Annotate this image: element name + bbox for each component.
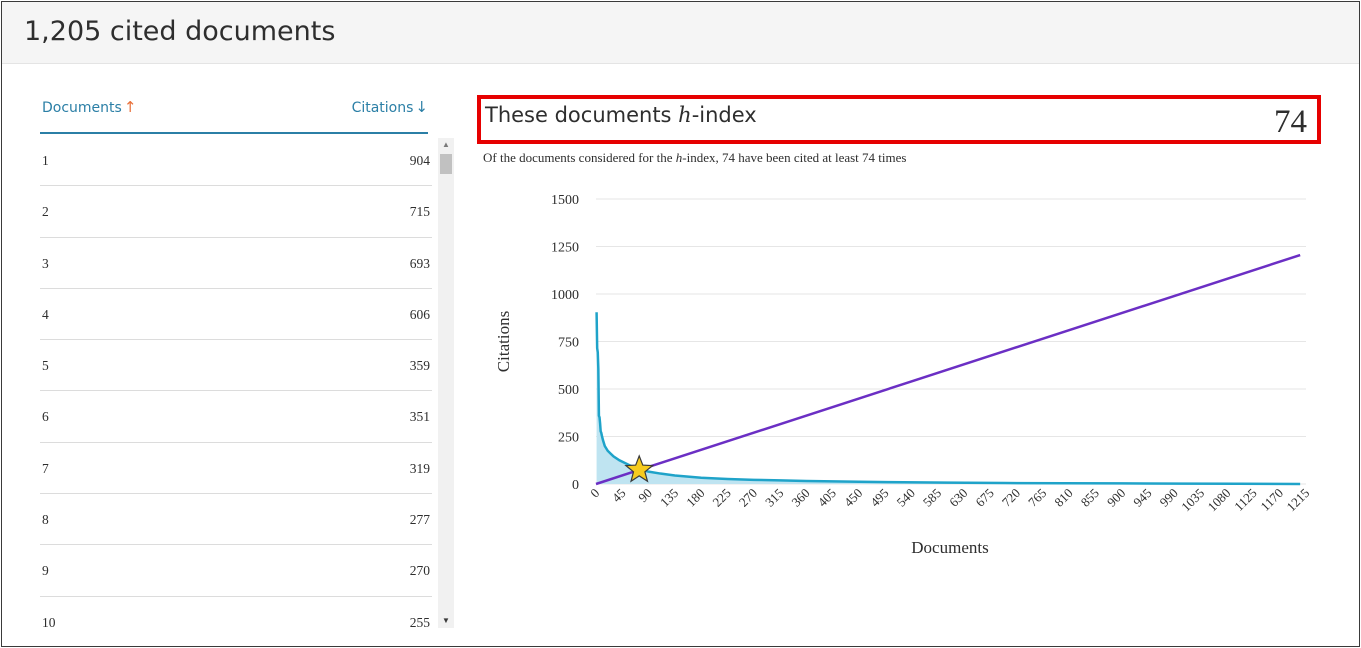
h-index-title-prefix: These documents (485, 103, 679, 127)
citation-count: 904 (409, 153, 430, 168)
table-scrollbar[interactable]: ▲ ▼ (438, 138, 454, 628)
h-index-desc-suffix: -index, 74 have been cited at least 74 t… (682, 150, 907, 165)
table-row: 1 904 (40, 135, 432, 187)
x-tick-label: 1215 (1283, 485, 1312, 514)
citation-count: 351 (409, 409, 430, 425)
y-tick-label: 250 (558, 431, 579, 446)
x-tick-label: 180 (683, 485, 707, 509)
x-tick-label: 135 (657, 485, 681, 509)
x-axis-label: Documents (911, 538, 988, 557)
x-tick-label: 675 (972, 485, 996, 509)
y-tick-label: 1500 (551, 193, 579, 208)
table-body: 1 904 2 715 3 693 4 606 5 359 6 351 7 319 8 277 … (40, 135, 432, 628)
citation-count: 606 (409, 306, 430, 322)
x-tick-label: 315 (762, 485, 786, 509)
x-tick-label: 990 (1156, 485, 1180, 509)
citation-count: 693 (409, 255, 430, 271)
x-tick-label: 450 (841, 485, 865, 509)
x-tick-label: 360 (788, 485, 812, 509)
x-tick-label: 900 (1104, 485, 1128, 509)
x-tick-label: 405 (815, 485, 839, 509)
x-tick-label: 90 (635, 485, 655, 505)
documents-header-label: Documents (42, 100, 122, 116)
x-tick-label: 810 (1051, 485, 1075, 509)
x-tick-label: 585 (920, 485, 944, 509)
sort-descending-icon: ↓ (415, 98, 428, 116)
page-frame: 1,205 cited documents Documents ↑ Citatio… (1, 1, 1360, 647)
h-index-value: 74 (1274, 104, 1307, 140)
y-tick-label: 0 (572, 478, 579, 493)
table-header: Documents ↑ Citations ↓ (40, 86, 428, 134)
document-rank: 1 (42, 153, 49, 168)
y-tick-label: 1250 (551, 241, 579, 256)
x-tick-label: 0 (587, 485, 602, 500)
y-tick-label: 750 (558, 336, 579, 351)
x-tick-label: 495 (867, 485, 891, 509)
h-index-description: Of the documents considered for the h-in… (483, 150, 906, 166)
document-rank: 2 (42, 204, 49, 220)
x-tick-label: 270 (736, 485, 760, 509)
citation-count: 255 (409, 614, 430, 628)
table-row: 7 319 (40, 443, 432, 495)
y-axis-label: Citations (494, 311, 513, 372)
table-row: 6 351 (40, 391, 432, 443)
x-tick-label: 540 (894, 485, 918, 509)
x-tick-label: 1080 (1204, 485, 1233, 514)
document-rank: 4 (42, 306, 49, 322)
table-row: 8 277 (40, 494, 432, 546)
h-index-chart: 02505007501000125015000 45 90 135 180 225 270 3… (494, 193, 1312, 557)
document-rank: 6 (42, 409, 49, 425)
h-index-title: These documents h-index (485, 103, 757, 127)
table-row: 2 715 (40, 186, 432, 238)
scrollbar-thumb[interactable] (440, 154, 452, 174)
page-title: 1,205 cited documents (24, 16, 336, 47)
document-rank: 9 (42, 563, 49, 579)
x-tick-label: 945 (1130, 485, 1154, 509)
x-tick-label: 765 (1025, 485, 1049, 509)
h-index-title-h: h (678, 103, 692, 127)
x-tick-label: 630 (946, 485, 970, 509)
sort-by-documents-button[interactable]: Documents ↑ (42, 98, 136, 116)
document-rank: 7 (42, 460, 49, 476)
h-index-panel: These documents h-index 74 (477, 95, 1321, 144)
x-tick-label: 1170 (1257, 485, 1286, 514)
citation-count: 319 (409, 460, 430, 476)
citation-count: 277 (409, 512, 430, 528)
scroll-down-arrow-icon[interactable]: ▼ (438, 614, 454, 628)
sort-by-citations-button[interactable]: Citations ↓ (352, 98, 428, 116)
citation-count: 270 (409, 563, 430, 579)
cited-documents-table: Documents ↑ Citations ↓ 1 904 2 715 3 693 4 60… (40, 86, 456, 628)
x-tick-label: 225 (709, 485, 733, 509)
document-rank: 8 (42, 512, 49, 528)
sort-ascending-icon: ↑ (123, 98, 137, 116)
y-tick-label: 1000 (551, 288, 579, 303)
table-row: 9 270 (40, 545, 432, 597)
citations-area (596, 312, 1301, 484)
x-tick-label: 45 (609, 485, 629, 505)
h-index-desc-prefix: Of the documents considered for the (483, 150, 676, 165)
x-tick-label: 1035 (1178, 485, 1207, 514)
header-bar: 1,205 cited documents (2, 2, 1359, 64)
x-tick-label: 720 (999, 485, 1023, 509)
document-rank: 10 (42, 614, 56, 628)
table-row: 10 255 (40, 597, 432, 628)
x-tick-label: 855 (1078, 485, 1102, 509)
citation-count: 359 (409, 358, 430, 374)
table-row: 3 693 (40, 238, 432, 289)
citations-header-label: Citations (351, 100, 414, 116)
x-tick-label: 1125 (1231, 485, 1260, 514)
scroll-up-arrow-icon[interactable]: ▲ (438, 138, 454, 152)
document-rank: 5 (42, 358, 49, 374)
citation-count: 715 (409, 204, 430, 220)
h-index-title-suffix: -index (691, 103, 757, 127)
table-row: 5 359 (40, 340, 432, 392)
documents-diagonal-line (595, 253, 1301, 486)
table-row: 4 606 (40, 289, 432, 341)
y-tick-label: 500 (558, 383, 579, 398)
citations-line (595, 312, 1301, 486)
document-rank: 3 (42, 255, 49, 271)
